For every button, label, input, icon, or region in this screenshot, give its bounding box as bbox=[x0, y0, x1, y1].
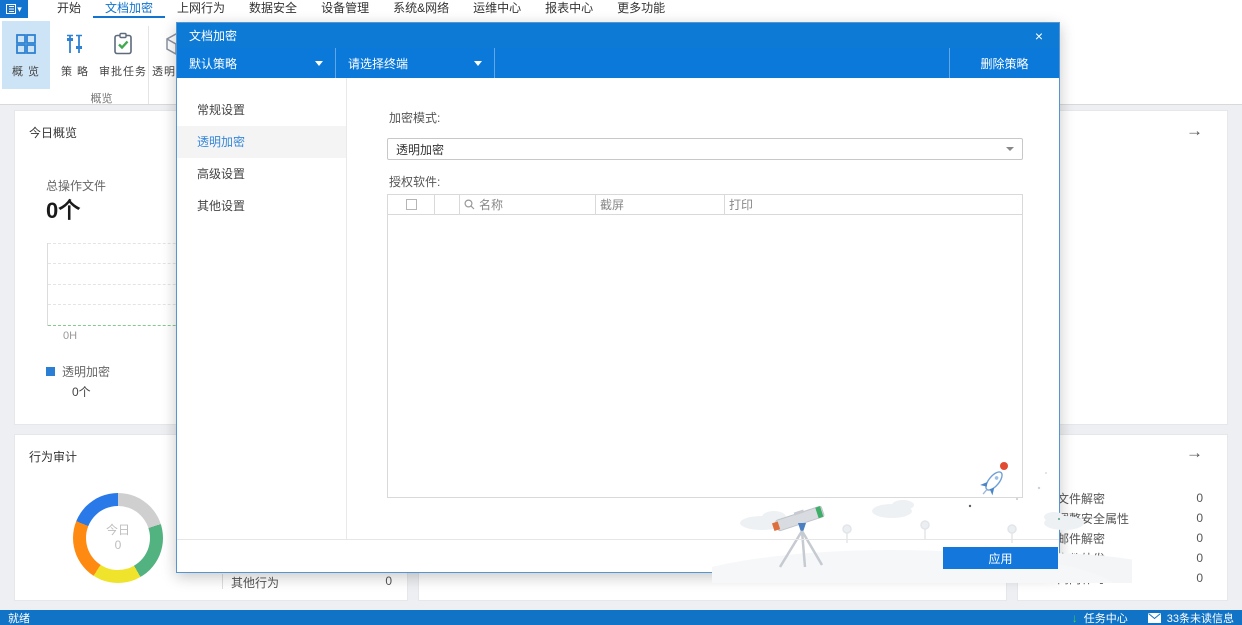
download-arrow-icon: ↓ bbox=[1071, 610, 1078, 625]
dialog-sidebar: 常规设置 透明加密 高级设置 其他设置 bbox=[177, 78, 347, 539]
menu-item-system-network[interactable]: 系统&网络 bbox=[381, 0, 461, 18]
ribbon-button-label: 审批任务 bbox=[99, 65, 147, 78]
donut-center-line1: 今日 bbox=[105, 523, 130, 537]
stat-label: 总操作文件 bbox=[46, 179, 107, 193]
dialog-title: 文档加密 bbox=[189, 29, 238, 43]
stat-row-value: 0 bbox=[1196, 491, 1203, 505]
panel-title: 行为审计 bbox=[29, 450, 78, 464]
delete-policy-button[interactable]: 删除策略 bbox=[950, 48, 1059, 78]
menu-item-ops-center[interactable]: 运维中心 bbox=[461, 0, 533, 18]
mail-icon bbox=[1147, 612, 1161, 623]
encryption-mode-label: 加密模式: bbox=[389, 111, 441, 125]
grid-icon bbox=[16, 33, 36, 54]
table-header-label: 截屏 bbox=[600, 198, 625, 212]
legend-value: 0个 bbox=[72, 385, 91, 399]
search-icon bbox=[464, 199, 475, 210]
ribbon-button-label: 策 略 bbox=[60, 65, 90, 78]
menu-item-data-security[interactable]: 数据安全 bbox=[237, 0, 309, 18]
table-header-name[interactable]: 名称 bbox=[460, 195, 596, 214]
menu-item-more[interactable]: 更多功能 bbox=[605, 0, 677, 18]
dialog-title-bar: 文档加密 × bbox=[177, 23, 1059, 48]
donut-center-line2: 0 bbox=[114, 538, 122, 552]
encryption-mode-value: 透明加密 bbox=[396, 142, 445, 157]
table-header-screenshot[interactable]: 截屏 bbox=[596, 195, 725, 214]
authorized-software-label: 授权软件: bbox=[389, 175, 441, 189]
ribbon-button-overview[interactable]: 概 览 bbox=[2, 21, 50, 89]
stat-row-value: 0 bbox=[1196, 571, 1203, 585]
sidebar-item-other-settings[interactable]: 其他设置 bbox=[177, 190, 346, 222]
stat-value: 0个 bbox=[46, 198, 81, 223]
legend-row-label: 其他行为 bbox=[231, 576, 280, 590]
status-bar: 就绪 ↓ 任务中心 33条未读信息 bbox=[0, 610, 1242, 625]
policy-dropdown-value: 默认策略 bbox=[189, 56, 238, 71]
menu-item-doc-encryption[interactable]: 文档加密 bbox=[93, 0, 166, 18]
arrow-right-icon[interactable]: → bbox=[1186, 121, 1203, 141]
panel-title: 今日概览 bbox=[29, 126, 78, 140]
app-menu-caret-icon: ▾ bbox=[17, 3, 22, 14]
legend-label: 透明加密 bbox=[62, 365, 111, 379]
menu-item-start[interactable]: 开始 bbox=[45, 0, 93, 18]
close-icon[interactable]: × bbox=[1031, 29, 1047, 43]
chevron-down-icon bbox=[1006, 147, 1014, 151]
ribbon-group-divider bbox=[148, 26, 149, 104]
unread-messages-link[interactable]: 33条未读信息 bbox=[1167, 610, 1234, 625]
stat-row-value: 0 bbox=[1196, 551, 1203, 565]
ribbon-button-approval-tasks[interactable]: 审批任务 bbox=[98, 21, 148, 89]
menu-items: 开始 文档加密 上网行为 数据安全 设备管理 系统&网络 运维中心 报表中心 更… bbox=[45, 0, 677, 18]
sliders-icon bbox=[67, 34, 82, 53]
legend-row-value: 0 bbox=[385, 574, 392, 588]
encryption-mode-select[interactable]: 透明加密 bbox=[387, 138, 1023, 160]
application-window: ▾ 开始 文档加密 上网行为 数据安全 设备管理 系统&网络 运维中心 报表中心… bbox=[0, 0, 1242, 625]
document-encryption-dialog: 文档加密 × 默认策略 请选择终端 删除策略 常规设置 透明加密 高级设置 其他… bbox=[176, 22, 1202, 625]
legend-row-other-behavior: 其他行为 0 bbox=[231, 574, 392, 591]
legend-tick bbox=[222, 574, 223, 589]
status-bar-right: ↓ 任务中心 33条未读信息 bbox=[1072, 610, 1234, 625]
empty-state-illustration bbox=[662, 443, 1202, 625]
table-header-checkbox-cell bbox=[388, 195, 435, 214]
behavior-donut-chart: 今日 0 bbox=[73, 493, 163, 583]
chevron-down-icon bbox=[474, 60, 482, 66]
stat-row-value: 0 bbox=[1196, 531, 1203, 545]
apply-button[interactable]: 应用 bbox=[943, 547, 1058, 569]
table-header-empty-cell bbox=[435, 195, 460, 214]
legend-square-icon bbox=[46, 367, 55, 376]
x-axis-label: 0H bbox=[63, 330, 78, 342]
rocket bbox=[980, 471, 1003, 496]
select-all-checkbox[interactable] bbox=[405, 199, 417, 210]
ribbon-group-label: 概览 bbox=[90, 93, 113, 105]
clipboard-check-icon bbox=[114, 32, 132, 54]
menu-item-web-behavior[interactable]: 上网行为 bbox=[165, 0, 237, 18]
terminal-dropdown[interactable]: 请选择终端 bbox=[336, 48, 494, 78]
ribbon-button-policy[interactable]: 策 略 bbox=[54, 21, 96, 89]
authorized-software-table: 名称 截屏 打印 bbox=[387, 194, 1202, 625]
arrow-right-icon[interactable]: → bbox=[1186, 443, 1203, 463]
table-header-print[interactable]: 打印 bbox=[725, 195, 1022, 214]
table-header-label: 名称 bbox=[479, 198, 504, 212]
menu-bar: ▾ 开始 文档加密 上网行为 数据安全 设备管理 系统&网络 运维中心 报表中心… bbox=[0, 0, 1242, 18]
menu-item-device-mgmt[interactable]: 设备管理 bbox=[309, 0, 381, 18]
table-header-label: 打印 bbox=[729, 198, 754, 212]
dialog-footer-divider bbox=[177, 539, 1059, 540]
status-ready-text: 就绪 bbox=[8, 612, 30, 625]
app-logo-icon bbox=[6, 4, 17, 14]
sidebar-item-general-settings[interactable]: 常规设置 bbox=[177, 94, 346, 126]
ribbon-button-label: 概 览 bbox=[11, 65, 41, 78]
terminal-dropdown-value: 请选择终端 bbox=[348, 56, 409, 71]
sidebar-item-transparent-encryption[interactable]: 透明加密 bbox=[177, 126, 346, 158]
menu-item-report-center[interactable]: 报表中心 bbox=[533, 0, 605, 18]
policy-dropdown[interactable]: 默认策略 bbox=[177, 48, 335, 78]
sidebar-item-advanced-settings[interactable]: 高级设置 bbox=[177, 158, 346, 190]
donut-center-label: 今日 0 bbox=[73, 493, 163, 583]
stat-row-value: 0 bbox=[1196, 511, 1203, 525]
task-center-link[interactable]: 任务中心 bbox=[1084, 610, 1128, 625]
app-menu-button[interactable]: ▾ bbox=[0, 0, 28, 18]
dialog-toolbar: 默认策略 请选择终端 删除策略 bbox=[177, 48, 1059, 78]
table-header-row: 名称 截屏 打印 bbox=[388, 195, 1022, 215]
chevron-down-icon bbox=[315, 60, 323, 66]
